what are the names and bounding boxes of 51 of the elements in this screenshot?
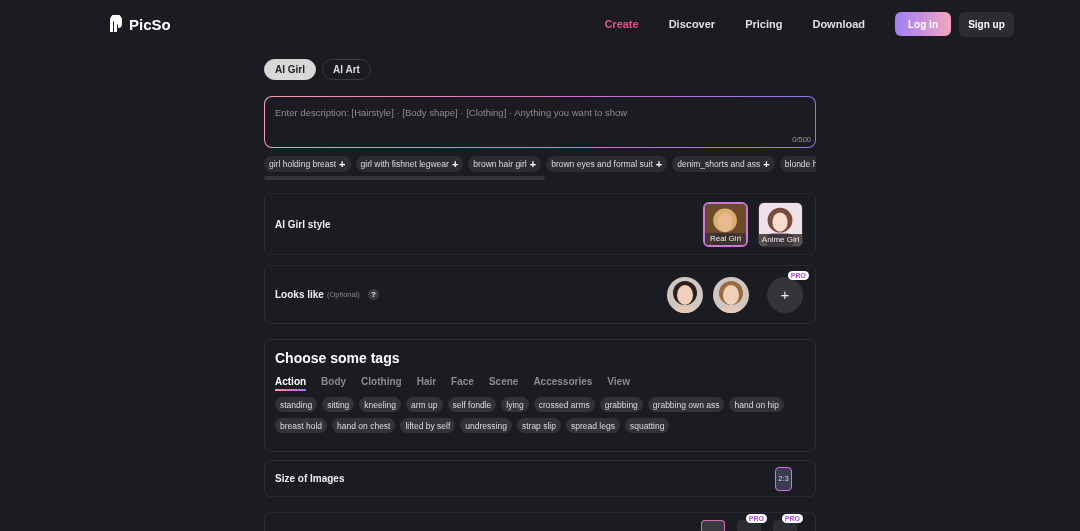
nav-link[interactable]: Discover: [668, 18, 716, 30]
tag-chip[interactable]: self fondle: [447, 397, 497, 412]
tag-chip[interactable]: lifted by self: [400, 418, 456, 433]
tag-chip[interactable]: kneeling: [359, 397, 402, 412]
tag-chip[interactable]: breast hold: [275, 418, 328, 433]
style-option[interactable]: Anime Girl: [758, 201, 803, 247]
nav-link[interactable]: Download: [812, 18, 865, 30]
plus-icon: +: [451, 158, 459, 170]
plus-icon: +: [339, 158, 346, 170]
tag-chip[interactable]: crossed arms: [533, 397, 595, 412]
plus-icon: +: [529, 158, 537, 170]
category-tab[interactable]: Body: [321, 376, 347, 391]
category-tab[interactable]: Accessories: [533, 376, 593, 391]
tag-chip[interactable]: hand on hip: [729, 397, 784, 412]
logo-text[interactable]: PicSo: [129, 15, 171, 33]
mode-tab[interactable]: AI Girl: [264, 59, 316, 80]
tag-chip[interactable]: strap slip: [516, 418, 561, 433]
tag-chip[interactable]: arm up: [406, 397, 443, 412]
style-option[interactable]: Real Girl: [703, 201, 748, 247]
category-tab[interactable]: Action: [275, 376, 307, 391]
logo-icon: [109, 15, 123, 33]
suggestion-chip[interactable]: girl with fishnet legwear +: [355, 156, 464, 172]
tag-chip[interactable]: squatting: [624, 418, 670, 433]
tag-chip[interactable]: undressing: [460, 418, 512, 433]
signup-button[interactable]: Sign up: [959, 11, 1014, 37]
suggestion-chip[interactable]: girl holding breast +: [264, 156, 351, 172]
suggestion-chip[interactable]: denim_shorts and ass +: [672, 156, 775, 172]
tag-chip[interactable]: spread legs: [565, 418, 620, 433]
category-tab[interactable]: Hair: [416, 376, 437, 391]
help-icon[interactable]: ?: [367, 289, 379, 300]
card-title: AI Girl style: [275, 218, 331, 230]
plus-icon: +: [655, 158, 663, 170]
category-tab[interactable]: View: [607, 376, 630, 391]
plus-icon: +: [763, 158, 770, 170]
tag-chip[interactable]: hand on chest: [332, 418, 396, 433]
suggestion-chip[interactable]: brown eyes and formal suit +: [546, 156, 668, 172]
tag-chip[interactable]: grabbing: [599, 397, 643, 412]
suggestion-chip[interactable]: blonde h: [779, 156, 816, 172]
nav-link[interactable]: Create: [604, 18, 639, 30]
suggestion-chip[interactable]: brown hair girl +: [468, 156, 542, 172]
card-title: Size of Images: [275, 473, 345, 484]
tag-chip[interactable]: sitting: [322, 397, 355, 412]
category-tab[interactable]: Face: [451, 376, 474, 391]
tag-chip[interactable]: standing: [275, 397, 318, 412]
category-tab[interactable]: Scene: [488, 376, 519, 391]
nav-link[interactable]: Pricing: [745, 18, 783, 30]
tag-chip[interactable]: grabbing own ass: [647, 397, 725, 412]
card-title: Looks like: [275, 289, 324, 300]
category-tab[interactable]: Clothing: [361, 376, 402, 391]
tag-chip[interactable]: lying: [501, 397, 529, 412]
section-title: Choose some tags: [275, 350, 401, 366]
